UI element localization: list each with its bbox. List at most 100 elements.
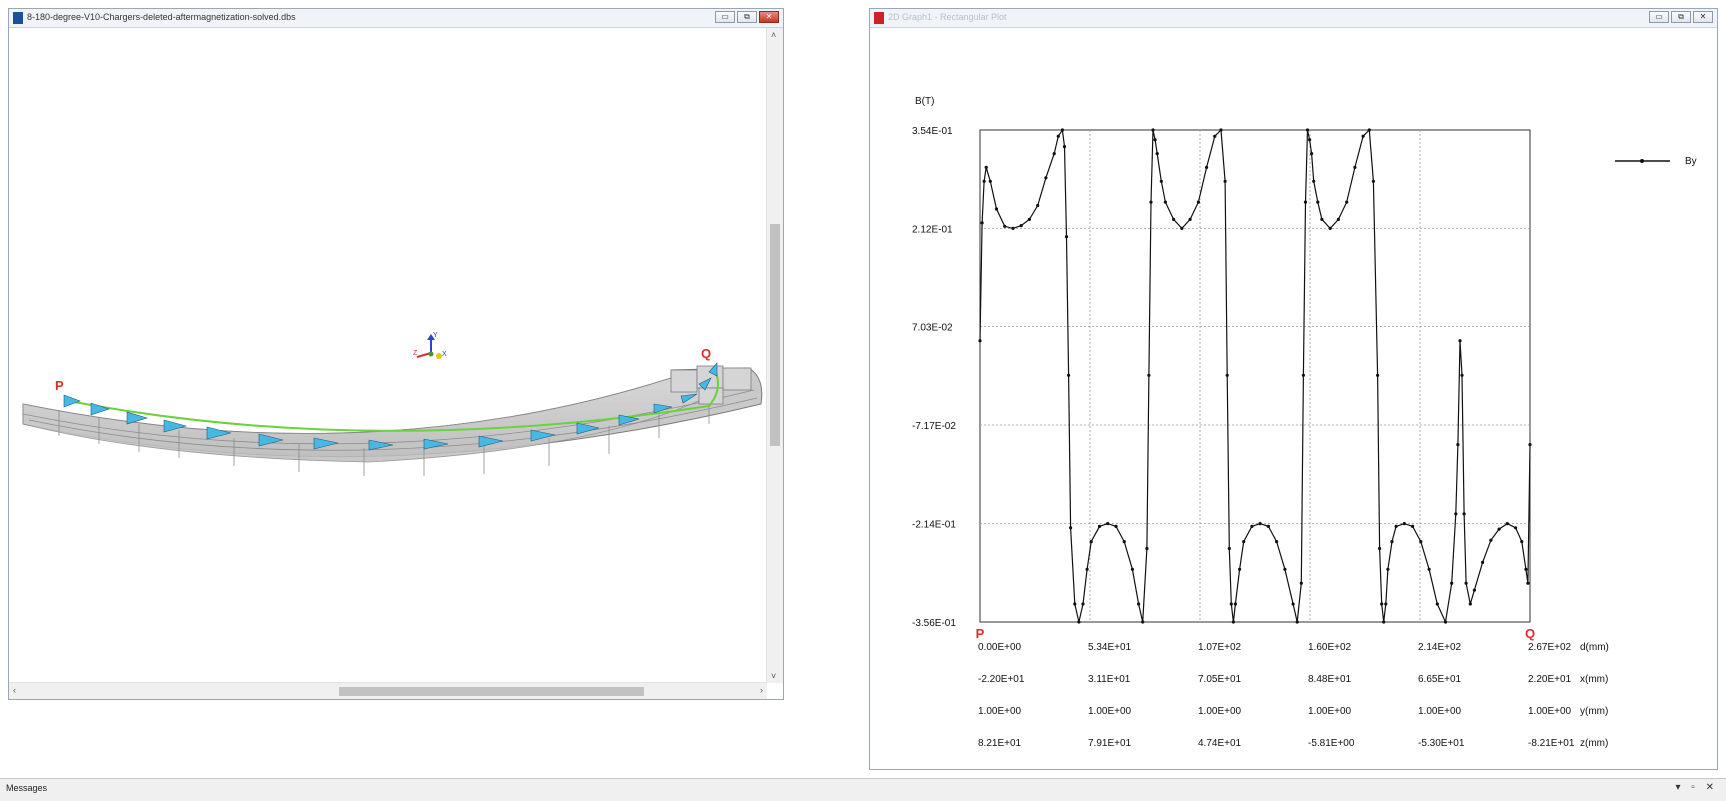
- scroll-up-icon[interactable]: ˄: [771, 30, 776, 40]
- x-tick-label: 1.60E+02: [1308, 642, 1352, 653]
- x-tick-label: 1.00E+00: [1418, 706, 1462, 717]
- series-point: [1464, 581, 1468, 585]
- restore-button[interactable]: ⧉: [737, 11, 757, 23]
- model-vertical-scrollbar[interactable]: ˄ ˅: [766, 28, 783, 683]
- series-point: [1305, 128, 1310, 132]
- series-point: [1213, 134, 1217, 138]
- series-point: [1130, 567, 1134, 571]
- x-axis-label: x(mm): [1580, 674, 1608, 685]
- series-point: [1238, 567, 1242, 571]
- graph-restore-button[interactable]: ⧉: [1671, 11, 1691, 23]
- series-point: [1353, 165, 1357, 169]
- series-point: [1159, 179, 1163, 183]
- series-point: [1141, 620, 1145, 624]
- model-window-title: 8-180-degree-V10-Chargers-deleted-afterm…: [27, 12, 296, 22]
- series-point: [1060, 128, 1064, 132]
- series-point: [1145, 546, 1149, 551]
- series-point: [1153, 138, 1157, 142]
- model-horizontal-scroll-thumb[interactable]: [339, 687, 644, 696]
- series-point: [1497, 527, 1501, 531]
- series-point: [1227, 546, 1231, 551]
- series-point: [1188, 217, 1192, 221]
- close-button[interactable]: ✕: [759, 11, 779, 23]
- series-point: [1526, 581, 1530, 585]
- series-point: [1180, 226, 1184, 230]
- graph-minimize-button[interactable]: ▭: [1649, 11, 1669, 23]
- x-tick-label: 3.11E+01: [1088, 674, 1131, 685]
- scroll-down-icon[interactable]: ˅: [771, 671, 776, 681]
- x-tick-label: 2.67E+02: [1528, 642, 1572, 653]
- axis-triad-icon: Y X Z: [413, 332, 447, 359]
- series-point: [1149, 200, 1153, 204]
- x-tick-label: 5.34E+01: [1088, 642, 1132, 653]
- x-tick-label: 1.00E+00: [1088, 706, 1132, 717]
- series-point: [1345, 200, 1349, 204]
- model-horizontal-scrollbar[interactable]: ‹ ›: [9, 682, 767, 699]
- series-point: [1380, 602, 1384, 606]
- x-tick-label: -2.20E+01: [978, 674, 1025, 685]
- series-point: [1062, 145, 1067, 149]
- series-point: [1524, 567, 1528, 571]
- x-tick-label: 4.74E+01: [1198, 738, 1242, 749]
- x-tick-label: 8.21E+01: [978, 738, 1022, 749]
- series-point: [984, 165, 988, 169]
- series-point: [1052, 152, 1056, 156]
- series-point: [1328, 226, 1332, 230]
- series-point: [1067, 373, 1071, 377]
- scroll-right-icon[interactable]: ›: [760, 685, 763, 695]
- series-point: [1320, 217, 1324, 221]
- series-point: [1275, 540, 1279, 544]
- series-point: [1462, 512, 1466, 516]
- series-point: [1147, 373, 1151, 377]
- y-tick-label: -3.56E-01: [912, 618, 956, 629]
- series-point: [982, 179, 986, 183]
- series-point: [1056, 134, 1060, 138]
- graph-window-title: 2D Graph1 - Rectangular Plot: [888, 12, 1007, 22]
- series-point: [1411, 524, 1415, 528]
- scroll-left-icon[interactable]: ‹: [13, 685, 16, 695]
- model-vertical-scroll-thumb[interactable]: [770, 224, 780, 446]
- minimize-button[interactable]: ▭: [715, 11, 735, 23]
- series-point: [1386, 567, 1390, 571]
- start-point-label: P: [976, 626, 985, 641]
- y-tick-label: -7.17E-02: [912, 421, 956, 432]
- series-point: [1233, 602, 1237, 606]
- legend: By: [1615, 156, 1697, 167]
- path-start-label: P: [55, 378, 64, 393]
- series-point: [1384, 602, 1388, 606]
- y-axis-title: B(T): [915, 96, 934, 107]
- plot-frame: [979, 129, 1531, 623]
- series-point: [1303, 200, 1308, 204]
- series-point: [1077, 620, 1081, 624]
- series-point: [1427, 567, 1431, 571]
- series-point: [1299, 581, 1303, 585]
- graph-close-button[interactable]: ✕: [1693, 11, 1713, 23]
- series-point: [1460, 373, 1464, 377]
- series-point: [1481, 560, 1485, 565]
- series-point: [1301, 373, 1305, 377]
- x-tick-label: -8.21E+01: [1528, 738, 1575, 749]
- x-tick-label: 1.00E+00: [978, 706, 1022, 717]
- series-point: [1528, 443, 1532, 447]
- series-point: [994, 207, 999, 211]
- series-point: [1003, 224, 1007, 228]
- series-point: [1085, 567, 1089, 571]
- rectangular-plot[interactable]: B(T) 3.54E-01 2.12E-01 7.03E-02 -7.17E-02 -2…: [870, 28, 1717, 769]
- messages-controls[interactable]: ▾ ▫ ✕: [1676, 782, 1719, 793]
- graph-window-titlebar[interactable]: 2D Graph1 - Rectangular Plot ▭ ⧉ ✕: [870, 9, 1717, 28]
- x-tick-label: 7.91E+01: [1088, 738, 1132, 749]
- series-point: [1122, 540, 1126, 544]
- series-point: [988, 179, 992, 183]
- model-viewport[interactable]: P Q Y X Z: [9, 28, 767, 685]
- series-point: [1219, 128, 1223, 132]
- series-point: [1514, 526, 1518, 530]
- series-point: [1310, 152, 1314, 156]
- series-point: [1229, 602, 1233, 606]
- axis-z-label: Z: [413, 350, 418, 357]
- series-point: [1019, 224, 1023, 228]
- series-point: [1308, 138, 1312, 142]
- app-document-icon: [13, 12, 23, 24]
- messages-bar[interactable]: Messages ▾ ▫ ✕: [0, 778, 1726, 801]
- model-window-titlebar[interactable]: 8-180-degree-V10-Chargers-deleted-afterm…: [9, 9, 783, 28]
- x-axis-label: z(mm): [1580, 738, 1608, 749]
